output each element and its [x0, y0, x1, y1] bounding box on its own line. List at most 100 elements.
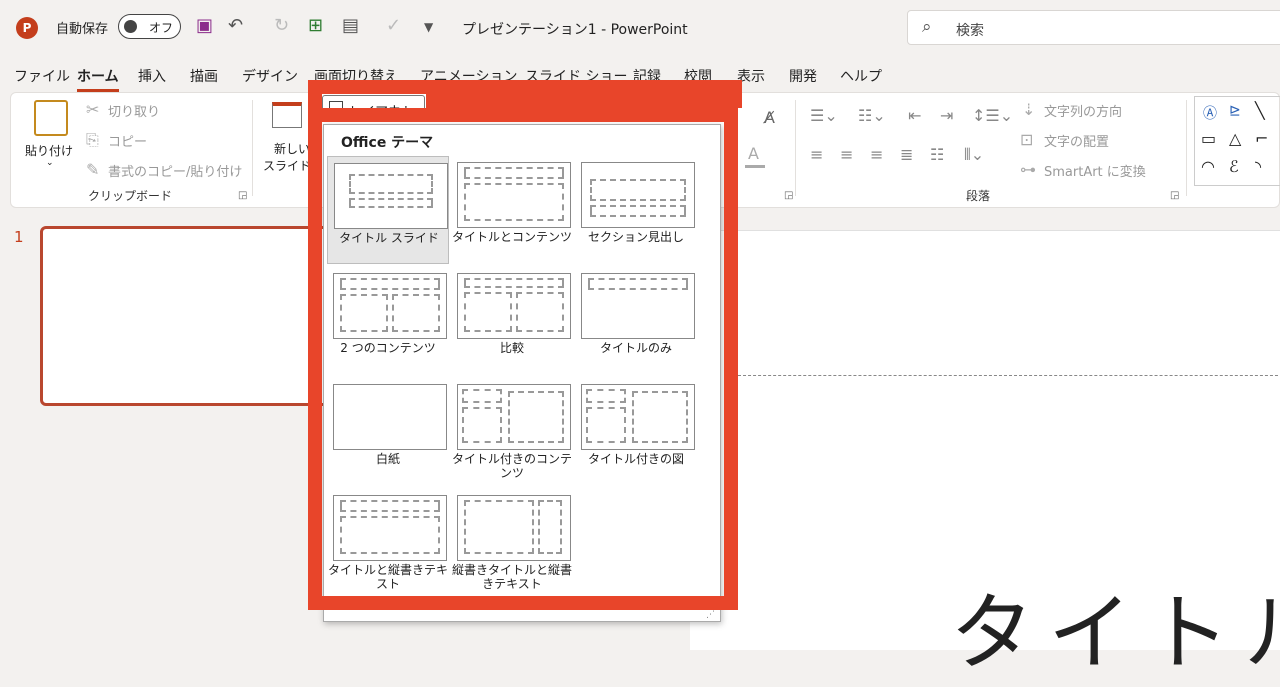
paragraph-launcher-icon[interactable]: ◲	[1170, 190, 1179, 201]
layout-thumbnail	[334, 163, 448, 229]
increase-indent-icon[interactable]: ⇥	[940, 106, 953, 125]
highlight-frame-left-top	[308, 80, 440, 108]
triangle-icon[interactable]: △	[1229, 129, 1241, 148]
text-direction-icon: ⇣	[1022, 100, 1036, 119]
cut-button[interactable]: 切り取り	[108, 101, 160, 120]
slide-thumbnail[interactable]	[40, 226, 340, 406]
paste-icon[interactable]	[34, 100, 68, 136]
layout-item-vertical-title-text[interactable]: 縦書きタイトルと縦書きテキスト	[451, 489, 573, 597]
new-slide-icon[interactable]	[272, 102, 302, 128]
clipboard-launcher-icon[interactable]: ◲	[238, 190, 247, 201]
group-separator	[795, 100, 796, 196]
decrease-indent-icon[interactable]: ⇤	[908, 106, 921, 125]
layout-item-picture-with-caption[interactable]: タイトル付きの図	[575, 378, 697, 486]
shapes-gallery[interactable]: Ⓐ ⊵ ╲ ▭ △ ⌐ ◠ ℰ ◝	[1194, 96, 1280, 186]
toggle-knob	[124, 20, 137, 33]
vertical-textbox-icon[interactable]: ⊵	[1229, 103, 1241, 119]
autosave-state: オフ	[149, 21, 174, 35]
autosave-label: 自動保存	[56, 22, 109, 37]
numbering-icon[interactable]: ☷⌄	[858, 106, 886, 125]
layout-item-label: タイトル付きのコンテンツ	[451, 452, 572, 480]
search-icon: ⌕	[922, 17, 932, 37]
panel-resize-grip-icon[interactable]: ⋰	[706, 610, 715, 620]
arc-icon[interactable]: ◝	[1255, 157, 1261, 176]
paste-dropdown-icon[interactable]: ⌄	[46, 158, 54, 168]
layout-item-label: タイトル スライド	[339, 231, 439, 245]
layout-item-two-content[interactable]: 2 つのコンテンツ	[327, 267, 449, 375]
spelling-icon[interactable]: ✓	[386, 15, 401, 36]
new-slide-label-2[interactable]: スライド	[263, 157, 311, 174]
layout-item-title-only[interactable]: タイトルのみ	[575, 267, 697, 375]
copy-button[interactable]: コピー	[108, 131, 147, 150]
layout-thumbnail	[457, 273, 571, 339]
search-box[interactable]: ⌕ 検索	[907, 10, 1280, 45]
freeform-icon[interactable]: ◠	[1201, 157, 1215, 176]
new-slide-quick-icon[interactable]: ▤	[342, 15, 359, 36]
smartart-button[interactable]: SmartArt に変換	[1044, 161, 1146, 180]
layout-thumbnail	[457, 162, 571, 228]
distributed-icon[interactable]: ☷	[930, 145, 944, 164]
layout-item-label: タイトルのみ	[599, 341, 672, 355]
layout-item-title-vertical-text[interactable]: タイトルと縦書きテキスト	[327, 489, 449, 597]
group-separator	[252, 100, 253, 196]
scribble-icon[interactable]: ℰ	[1229, 157, 1239, 176]
align-left-icon[interactable]: ≡	[810, 145, 823, 164]
line-spacing-icon[interactable]: ↕☰⌄	[972, 106, 1013, 125]
align-right-icon[interactable]: ≡	[870, 145, 883, 164]
format-painter-button[interactable]: 書式のコピー/貼り付け	[108, 161, 242, 180]
search-input[interactable]: 検索	[956, 20, 984, 40]
undo-icon[interactable]: ↶	[228, 15, 243, 36]
layout-thumbnail	[581, 162, 695, 228]
layout-item-content-with-caption[interactable]: タイトル付きのコンテンツ	[451, 378, 573, 486]
rectangle-icon[interactable]: ▭	[1201, 129, 1216, 148]
save-icon[interactable]: ▣	[196, 15, 213, 36]
text-direction-button[interactable]: 文字列の方向	[1044, 101, 1122, 120]
autosave-toggle[interactable]: オフ	[118, 14, 181, 39]
layout-item-blank[interactable]: 白紙	[327, 378, 449, 486]
present-icon[interactable]: ⊞	[308, 15, 323, 36]
bullets-icon[interactable]: ☰⌄	[810, 106, 838, 125]
tab-insert[interactable]: 挿入	[138, 66, 166, 86]
layout-item-comparison[interactable]: 比較	[451, 267, 573, 375]
justify-icon[interactable]: ≣	[900, 145, 913, 164]
layout-item-label: セクション見出し	[587, 230, 684, 244]
align-text-icon: ⊡	[1020, 130, 1034, 149]
layout-item-label: 2 つのコンテンツ	[340, 341, 436, 355]
layout-item-label: タイトル付きの図	[587, 452, 684, 466]
clear-format-icon[interactable]: A̸	[764, 108, 775, 127]
align-center-icon[interactable]: ≡	[840, 145, 853, 164]
cut-icon: ✂	[86, 100, 100, 119]
highlight-frame-inner	[440, 108, 728, 122]
slide-number: 1	[14, 228, 24, 246]
tab-draw[interactable]: 描画	[190, 66, 218, 86]
paste-button[interactable]: 貼り付け	[25, 142, 73, 159]
tab-developer[interactable]: 開発	[789, 66, 817, 86]
align-text-button[interactable]: 文字の配置	[1044, 131, 1109, 150]
tab-design[interactable]: デザイン	[242, 66, 298, 86]
layout-item-title-slide[interactable]: タイトル スライド	[327, 156, 449, 264]
layout-item-title-content[interactable]: タイトルとコンテンツ	[451, 156, 573, 264]
font-launcher-icon[interactable]: ◲	[784, 190, 793, 201]
redo-icon[interactable]: ↻	[274, 15, 289, 36]
columns-icon[interactable]: ⫴⌄	[964, 145, 984, 165]
font-color-icon[interactable]: A	[748, 144, 759, 163]
textbox-icon[interactable]: Ⓐ	[1203, 103, 1217, 123]
layout-item-label: 比較	[499, 341, 524, 355]
tab-home[interactable]: ホーム	[77, 66, 119, 92]
customize-qat-icon[interactable]: ▼	[424, 20, 433, 34]
line-icon[interactable]: ╲	[1255, 101, 1265, 120]
new-slide-label-1[interactable]: 新しい	[274, 140, 310, 157]
document-title: プレゼンテーション1 - PowerPoint	[462, 22, 688, 38]
layout-item-section-header[interactable]: セクション見出し	[575, 156, 697, 264]
elbow-connector-icon[interactable]: ⌐	[1255, 129, 1268, 148]
slide-title-text[interactable]: タイトル	[950, 566, 1280, 687]
layout-thumbnail	[333, 495, 447, 561]
layout-thumbnail	[581, 384, 695, 450]
highlight-frame-top	[440, 80, 742, 108]
tab-help[interactable]: ヘルプ	[840, 66, 882, 86]
group-separator	[1186, 100, 1187, 196]
layout-item-label: 白紙	[375, 452, 400, 466]
tab-file[interactable]: ファイル	[14, 66, 70, 86]
layout-thumbnail	[457, 384, 571, 450]
clipboard-group-label: クリップボード	[88, 189, 173, 203]
